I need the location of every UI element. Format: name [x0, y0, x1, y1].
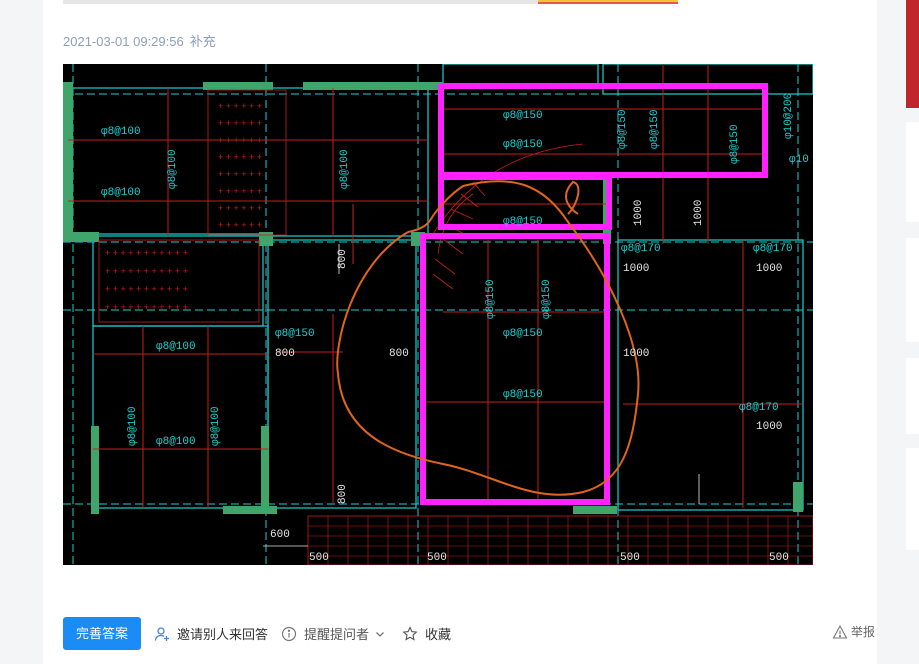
dim-label: 1000: [693, 200, 705, 226]
star-icon: [401, 625, 419, 643]
invite-answer-button[interactable]: 邀请别人来回答: [153, 624, 268, 643]
rebar-label: φ8@150: [503, 139, 543, 151]
favorite-button[interactable]: 收藏: [401, 624, 451, 643]
dim-label: 500: [620, 552, 640, 564]
remind-asker-label: 提醒提问者: [304, 627, 370, 642]
svg-text:+ + + + + +: + + + + + +: [218, 101, 262, 111]
rebar-label: φ8@150: [541, 279, 553, 319]
sidebar-card: [906, 358, 919, 434]
supplement-label: 补充: [189, 34, 216, 49]
rebar-label: φ8@150: [503, 389, 543, 401]
svg-text:+ + + + + +: + + + + + +: [218, 186, 262, 196]
dim-label: 500: [427, 552, 447, 564]
warning-icon: [832, 624, 848, 640]
rebar-label: φ8@150: [275, 328, 315, 340]
rebar-label: φ8@170: [753, 243, 793, 255]
svg-text:+ + + + + +: + + + + + +: [218, 118, 262, 128]
dim-label: 800: [275, 348, 295, 360]
svg-text:+ + + + + + + + + + +: + + + + + + + + + + +: [105, 266, 188, 276]
remind-asker-button[interactable]: 提醒提问者: [280, 624, 389, 643]
rebar-label: φ8@100: [210, 406, 222, 446]
svg-text:+ + + + + +: + + + + + +: [218, 220, 262, 230]
svg-text:+ + + + + + + + + + +: + + + + + + + + + + +: [105, 302, 188, 312]
rebar-label: φ8@150: [503, 110, 543, 122]
dim-label: 1000: [623, 263, 649, 275]
rebar-label: φ8@150: [649, 109, 661, 149]
svg-text:+ + + + + +: + + + + + +: [218, 169, 262, 179]
dim-label: 1000: [623, 348, 649, 360]
dim-label: 800: [389, 348, 409, 360]
rebar-label: φ8@150: [503, 328, 543, 340]
rebar-label: φ10: [789, 154, 809, 166]
favorite-label: 收藏: [425, 627, 452, 642]
rebar-label: φ8@100: [339, 149, 351, 189]
dim-label: 800: [337, 484, 349, 504]
rebar-label: φ8@170: [621, 243, 661, 255]
previous-image-bottom-edge: [63, 0, 678, 4]
rebar-label: φ8@150: [485, 279, 497, 319]
sidebar-card: [906, 238, 919, 342]
rebar-label: φ8@100: [156, 341, 196, 353]
dim-label: 1000: [756, 421, 782, 433]
chevron-down-icon: [371, 625, 389, 643]
dim-label: 600: [270, 529, 290, 541]
supplement-meta: 2021-03-01 09:29:56 补充: [63, 31, 222, 50]
rebar-label: φ8@100: [101, 187, 141, 199]
cad-drawing-image[interactable]: + + + + + + + + + + + + + + + + + + + + + …: [63, 63, 814, 566]
supplement-timestamp: 2021-03-01 09:29:56: [63, 34, 184, 49]
rebar-label: φ8@150: [729, 124, 741, 164]
rebar-label: φ8@100: [156, 436, 196, 448]
answer-actions: 完善答案 邀请别人来回答 提醒提问者 收藏: [63, 617, 451, 650]
svg-text:+ + + + + +: + + + + + +: [218, 203, 262, 213]
rebar-label: φ8@150: [503, 216, 543, 228]
sidebar-banner[interactable]: [906, 0, 919, 108]
sidebar-card: [906, 448, 919, 550]
report-label: 举报: [851, 625, 876, 639]
rebar-label: φ8@150: [617, 109, 629, 149]
info-circle-icon: [280, 625, 298, 643]
sidebar-card: [906, 122, 919, 222]
perfect-answer-button[interactable]: 完善答案: [63, 617, 142, 650]
svg-text:+ + + + + +: + + + + + +: [218, 152, 262, 162]
dim-label: 500: [769, 552, 789, 564]
dim-label: 1000: [633, 200, 645, 226]
rebar-label: φ8@170: [739, 402, 779, 414]
rebar-label: φ10@200: [783, 93, 795, 139]
rebar-label: φ8@100: [101, 126, 141, 138]
svg-text:+ + + + + + + + + + +: + + + + + + + + + + +: [105, 284, 188, 294]
svg-text:+ + + + + + + + + + +: + + + + + + + + + + +: [105, 248, 188, 258]
add-user-icon: [153, 625, 171, 643]
dim-label: 1000: [756, 263, 782, 275]
dim-label: 500: [309, 552, 329, 564]
invite-answer-label: 邀请别人来回答: [177, 627, 269, 642]
rebar-label: φ8@100: [127, 406, 139, 446]
svg-text:+ + + + + +: + + + + + +: [218, 135, 262, 145]
rebar-label: φ8@100: [167, 149, 179, 189]
report-button[interactable]: 举报: [832, 623, 875, 640]
